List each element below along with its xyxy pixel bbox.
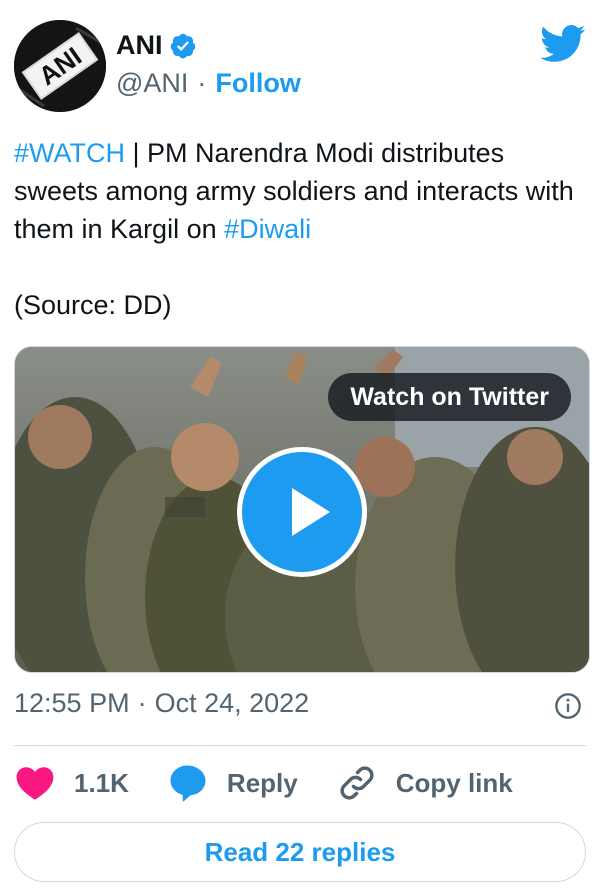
twitter-bird-icon[interactable] <box>540 24 586 64</box>
reply-button[interactable]: Reply <box>167 762 298 804</box>
name-row: ANI <box>116 30 197 61</box>
action-bar: 1.1K Reply Copy link <box>14 760 586 806</box>
account-name[interactable]: ANI <box>116 30 163 61</box>
tweet-body: #WATCH | PM Narendra Modi distributes sw… <box>14 134 584 324</box>
divider <box>14 745 586 746</box>
tweet-text: #WATCH | PM Narendra Modi distributes sw… <box>14 134 584 248</box>
separator: · <box>197 68 207 98</box>
tweet-header: ANI ANI @ANI · Follow <box>14 20 586 112</box>
tweet-date: Oct 24, 2022 <box>154 688 310 718</box>
account-handle[interactable]: @ANI <box>116 68 188 99</box>
ani-logo: ANI <box>14 20 106 112</box>
copy-link-label: Copy link <box>395 767 513 798</box>
watch-on-twitter-button[interactable]: Watch on Twitter <box>328 373 571 421</box>
tweet-time: 12:55 PM <box>14 688 130 718</box>
verified-badge-icon <box>170 33 195 58</box>
read-replies-button[interactable]: Read 22 replies <box>14 822 586 882</box>
heart-icon <box>16 767 54 800</box>
hashtag-diwali-link[interactable]: #Diwali <box>224 214 311 244</box>
hashtag-watch-link[interactable]: #WATCH <box>14 138 125 168</box>
like-button[interactable]: 1.1K <box>14 762 129 804</box>
handle-row: @ANI · Follow <box>116 68 301 99</box>
tweet-timestamp[interactable]: 12:55 PM · Oct 24, 2022 <box>14 688 309 719</box>
video-player[interactable]: Watch on Twitter <box>14 346 590 673</box>
tweet-card: ANI ANI @ANI · Follow #WATCH | PM Narend… <box>0 0 600 889</box>
separator: · <box>137 688 147 718</box>
follow-button[interactable]: Follow <box>215 68 300 99</box>
play-icon <box>292 488 330 536</box>
avatar[interactable]: ANI <box>14 20 106 112</box>
copy-link-button[interactable]: Copy link <box>336 762 513 804</box>
like-count: 1.1K <box>74 767 129 798</box>
reply-label: Reply <box>226 767 298 798</box>
play-button[interactable] <box>237 447 367 577</box>
reply-bubble-icon <box>170 765 206 802</box>
tweet-source: (Source: DD) <box>14 290 172 320</box>
link-icon <box>340 766 374 800</box>
info-icon[interactable] <box>554 692 582 720</box>
